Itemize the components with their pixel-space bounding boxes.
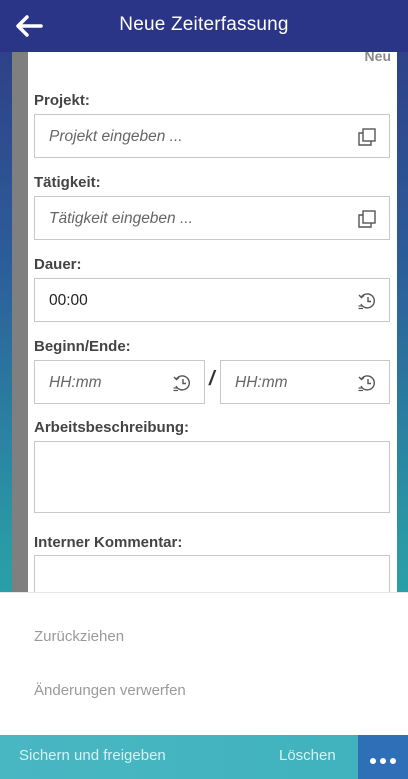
taetigkeit-label: Tätigkeit: [34, 174, 101, 191]
status-badge: Neu [364, 52, 391, 64]
dauer-label: Dauer: [34, 256, 82, 273]
clock-history-icon[interactable] [357, 373, 377, 393]
projekt-label: Projekt: [34, 92, 90, 109]
clock-history-icon[interactable] [357, 291, 377, 311]
projekt-input[interactable]: Projekt eingeben ... [34, 114, 390, 158]
dauer-value: 00:00 [49, 292, 88, 309]
interner-kommentar-label: Interner Kommentar: [34, 534, 183, 551]
sichern-freigeben-button[interactable]: Sichern und freigeben [19, 747, 166, 764]
arbeitsbeschreibung-label: Arbeitsbeschreibung: [34, 419, 190, 436]
app-header: Neue Zeiterfassung [0, 0, 408, 52]
copy-icon[interactable] [357, 127, 377, 147]
more-dots-icon [368, 758, 398, 764]
ende-input[interactable]: HH:mm [220, 360, 390, 404]
more-button[interactable] [358, 735, 408, 779]
clock-history-icon[interactable] [172, 373, 192, 393]
taetigkeit-input[interactable]: Tätigkeit eingeben ... [34, 196, 390, 240]
beginn-ende-label: Beginn/Ende: [34, 338, 131, 355]
copy-icon[interactable] [357, 209, 377, 229]
arbeitsbeschreibung-textarea[interactable] [34, 441, 390, 513]
aenderungen-verwerfen-menu-item[interactable]: Änderungen verwerfen [34, 682, 186, 699]
dauer-input[interactable]: 00:00 [34, 278, 390, 322]
projekt-placeholder: Projekt eingeben ... [49, 128, 183, 145]
zurueckziehen-menu-item[interactable]: Zurückziehen [34, 628, 124, 645]
page-title: Neue Zeiterfassung [119, 14, 289, 35]
card-left-stripe [12, 52, 28, 592]
time-entry-form: Neu Projekt: Projekt eingeben ... Tätigk… [28, 52, 397, 592]
action-sheet: Zurückziehen Änderungen verwerfen [0, 592, 408, 736]
taetigkeit-placeholder: Tätigkeit eingeben ... [49, 210, 193, 227]
ende-placeholder: HH:mm [235, 374, 288, 391]
bottom-action-bar: Sichern und freigeben Löschen [0, 735, 408, 779]
beginn-input[interactable]: HH:mm [34, 360, 205, 404]
beginn-placeholder: HH:mm [49, 374, 102, 391]
interner-kommentar-textarea[interactable] [34, 555, 390, 592]
time-range-separator: / [209, 368, 215, 390]
loeschen-button[interactable]: Löschen [279, 747, 336, 764]
